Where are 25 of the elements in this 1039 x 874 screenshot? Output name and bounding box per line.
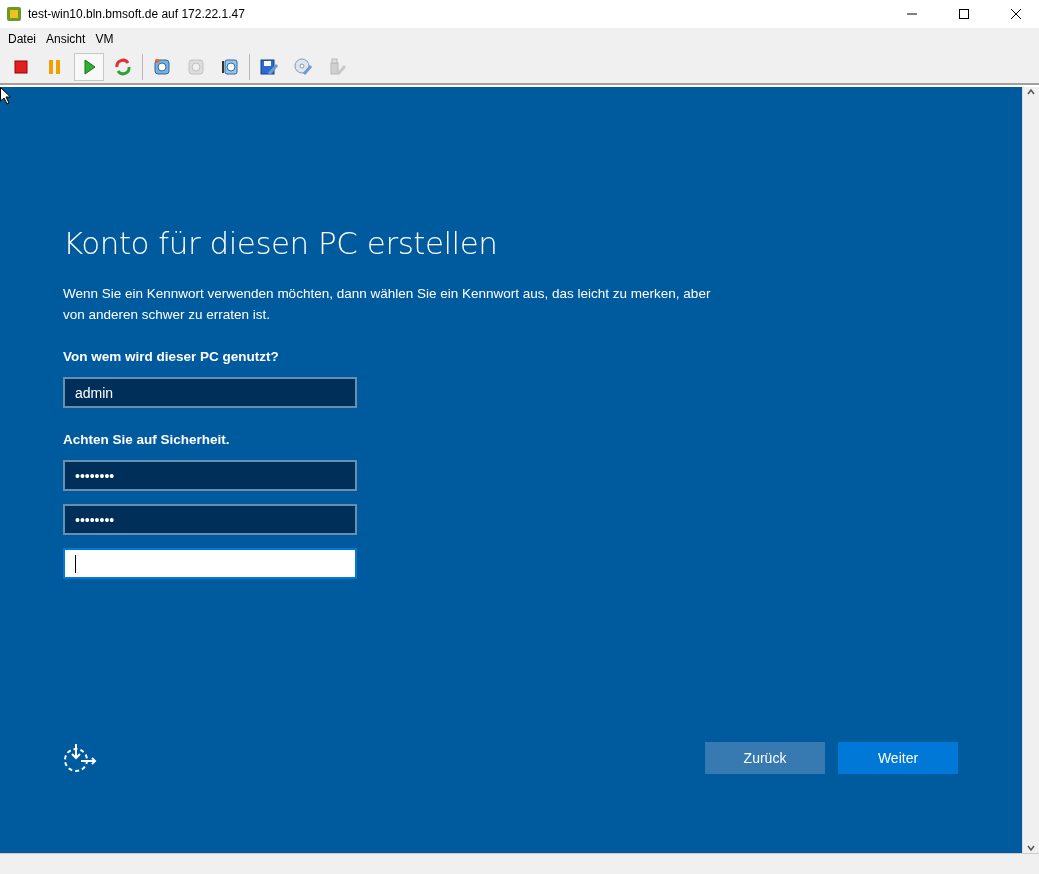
field-label: Achten Sie auf Sicherheit. — [63, 432, 231, 447]
page-heading: Konto für diesen PC erstellen — [63, 225, 499, 261]
scrollbar[interactable] — [1022, 87, 1039, 853]
input-field[interactable]: •••••••• — [63, 504, 357, 535]
usb-icon — [327, 56, 347, 77]
menu-item[interactable]: VM — [90, 32, 119, 46]
input-field[interactable]: admin — [63, 377, 357, 408]
scroll-down-icon[interactable] — [1026, 843, 1036, 853]
input-field[interactable]: •••••••• — [63, 460, 357, 491]
close-icon — [1011, 9, 1021, 19]
next-button[interactable]: Weiter — [838, 742, 958, 774]
menu-item[interactable]: Ansicht — [41, 32, 91, 46]
reset-icon — [113, 56, 133, 77]
scroll-up-icon[interactable] — [1026, 87, 1036, 97]
back-button[interactable]: Zurück — [705, 742, 825, 774]
input-field[interactable] — [63, 548, 357, 579]
play-button[interactable] — [74, 52, 104, 81]
description-text: Wenn Sie ein Kennwort verwenden möchten, dann wählen Sie ein Kennwort aus, das leicht zu merken, aber von anderen schwer zu erraten ist. — [63, 285, 712, 324]
cd-icon — [293, 56, 313, 77]
app-logo-icon — [6, 6, 22, 22]
menu-item[interactable]: Datei — [3, 32, 41, 46]
accessibility-icon[interactable] — [63, 742, 99, 774]
maximize-icon — [959, 9, 969, 19]
window-title: test-win10.bln.bmsoft.de auf 172.22.1.47 — [28, 7, 246, 21]
field-label: Von wem wird dieser PC genutzt? — [63, 349, 280, 364]
